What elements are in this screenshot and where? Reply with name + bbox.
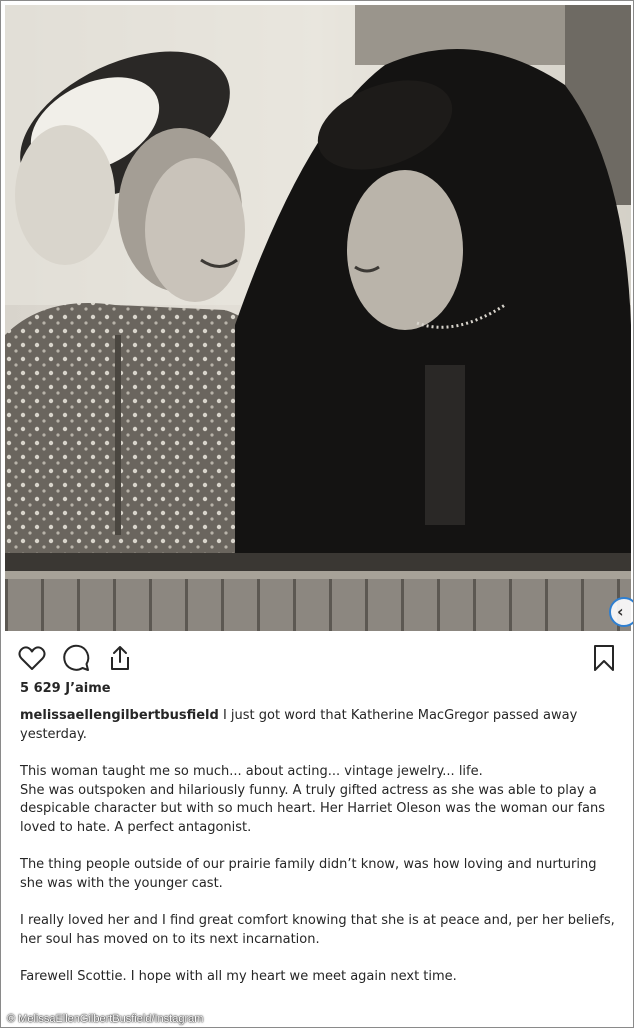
caption-first-paragraph: melissaellengilbertbusfield I just got w…	[20, 707, 616, 744]
chevron-left-icon: ‹	[617, 602, 624, 621]
caption-paragraph: The thing people outside of our prairie …	[20, 857, 597, 891]
post-actions	[1, 643, 633, 677]
heart-icon	[18, 646, 46, 670]
caption-paragraph: She was outspoken and hilariously funny.…	[20, 782, 606, 835]
caption-paragraph: Farewell Scottie. I hope with all my hea…	[20, 969, 457, 984]
like-count[interactable]: 5 629 J’aime	[20, 681, 111, 696]
caption-paragraph: I really loved her and I find great comf…	[20, 913, 615, 947]
comment-icon	[63, 644, 90, 671]
username-link[interactable]: melissaellengilbertbusfield	[20, 708, 219, 723]
bookmark-icon	[594, 645, 614, 671]
carousel-next-button[interactable]: ‹	[609, 597, 633, 627]
like-button[interactable]	[17, 643, 47, 673]
comment-button[interactable]	[61, 643, 91, 673]
share-button[interactable]	[105, 643, 135, 673]
share-icon	[111, 646, 129, 670]
save-button[interactable]	[589, 643, 619, 673]
instagram-post: ‹ 5 629 J’aime melissaellengilbertbusfie…	[0, 0, 634, 1028]
caption-paragraph: This woman taught me so much... about ac…	[20, 764, 483, 779]
post-caption: melissaellengilbertbusfield I just got w…	[20, 707, 616, 1006]
photo-credit-watermark: © MelissaEllenGilbertBusfield/Instagram	[7, 1013, 204, 1025]
post-photo	[5, 5, 631, 631]
